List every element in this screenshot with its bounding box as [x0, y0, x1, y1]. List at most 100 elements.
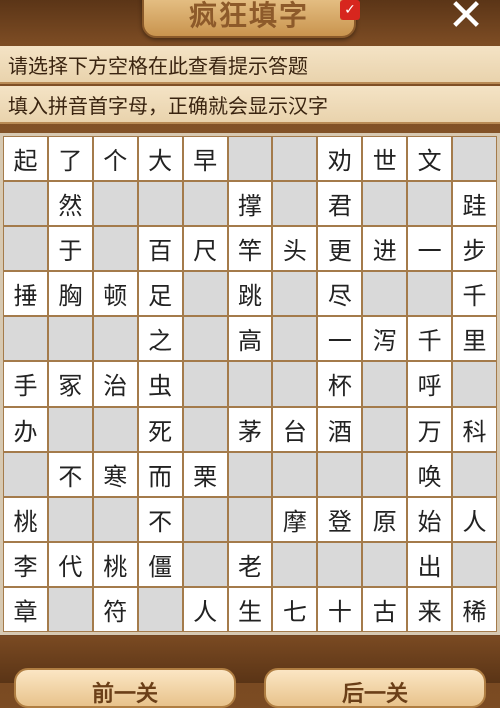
- letter-cell[interactable]: 不: [48, 452, 92, 496]
- letter-cell[interactable]: 生: [228, 587, 272, 631]
- blank-cell: [363, 182, 407, 226]
- letter-cell[interactable]: 桃: [93, 542, 137, 586]
- letter-cell[interactable]: 跳: [228, 272, 272, 316]
- letter-cell[interactable]: 摩: [273, 497, 317, 541]
- letter-cell[interactable]: 个: [93, 137, 137, 181]
- letter-cell[interactable]: 了: [48, 137, 92, 181]
- top-bar: 疯狂填字 ✓ ✕: [0, 0, 500, 42]
- letter-cell[interactable]: 捶: [4, 272, 47, 316]
- letter-cell[interactable]: 稀: [453, 587, 496, 631]
- letter-cell[interactable]: 符: [93, 587, 137, 631]
- letter-cell[interactable]: 七: [273, 587, 317, 631]
- letter-cell[interactable]: 起: [4, 137, 47, 181]
- letter-cell[interactable]: 君: [318, 182, 362, 226]
- letter-cell[interactable]: 虫: [138, 362, 182, 406]
- letter-cell[interactable]: 栗: [183, 452, 227, 496]
- letter-cell[interactable]: 原: [363, 497, 407, 541]
- letter-cell[interactable]: 手: [4, 362, 47, 406]
- letter-cell[interactable]: 进: [363, 227, 407, 271]
- blank-cell: [228, 137, 272, 181]
- letter-cell[interactable]: 人: [453, 497, 496, 541]
- letter-cell[interactable]: 办: [4, 407, 47, 451]
- letter-cell[interactable]: 劝: [318, 137, 362, 181]
- letter-cell[interactable]: 桃: [4, 497, 47, 541]
- blank-cell: [183, 407, 227, 451]
- letter-cell[interactable]: 泻: [363, 317, 407, 361]
- check-badge-icon: ✓: [340, 0, 360, 20]
- letter-cell[interactable]: 文: [408, 137, 452, 181]
- blank-cell: [93, 227, 137, 271]
- letter-cell[interactable]: 治: [93, 362, 137, 406]
- letter-cell[interactable]: 呼: [408, 362, 452, 406]
- blank-cell: [183, 182, 227, 226]
- letter-cell[interactable]: 千: [453, 272, 496, 316]
- letter-cell[interactable]: 来: [408, 587, 452, 631]
- letter-cell[interactable]: 酒: [318, 407, 362, 451]
- blank-cell: [363, 407, 407, 451]
- blank-cell: [93, 182, 137, 226]
- close-button[interactable]: ✕: [446, 0, 486, 38]
- hint-line-1: 请选择下方空格在此查看提示答题: [0, 46, 500, 84]
- letter-cell[interactable]: 古: [363, 587, 407, 631]
- letter-cell[interactable]: 十: [318, 587, 362, 631]
- blank-cell: [453, 452, 496, 496]
- letter-cell[interactable]: 头: [273, 227, 317, 271]
- letter-cell[interactable]: 李: [4, 542, 47, 586]
- letter-cell[interactable]: 足: [138, 272, 182, 316]
- letter-cell[interactable]: 竿: [228, 227, 272, 271]
- letter-cell[interactable]: 唤: [408, 452, 452, 496]
- letter-cell[interactable]: 尺: [183, 227, 227, 271]
- prev-level-button[interactable]: 前一关: [14, 668, 236, 708]
- letter-cell[interactable]: 寒: [93, 452, 137, 496]
- blank-cell: [273, 452, 317, 496]
- blank-cell: [48, 587, 92, 631]
- letter-cell[interactable]: 千: [408, 317, 452, 361]
- letter-cell[interactable]: 大: [138, 137, 182, 181]
- letter-cell[interactable]: 然: [48, 182, 92, 226]
- blank-cell: [93, 407, 137, 451]
- letter-cell[interactable]: 章: [4, 587, 47, 631]
- letter-cell[interactable]: 尽: [318, 272, 362, 316]
- blank-cell: [138, 182, 182, 226]
- letter-cell[interactable]: 步: [453, 227, 496, 271]
- title-plate: 疯狂填字 ✓: [142, 0, 360, 38]
- letter-cell[interactable]: 始: [408, 497, 452, 541]
- letter-cell[interactable]: 老: [228, 542, 272, 586]
- letter-cell[interactable]: 顿: [93, 272, 137, 316]
- letter-cell[interactable]: 一: [318, 317, 362, 361]
- blank-cell: [453, 137, 496, 181]
- letter-cell[interactable]: 茅: [228, 407, 272, 451]
- letter-cell[interactable]: 台: [273, 407, 317, 451]
- letter-cell[interactable]: 早: [183, 137, 227, 181]
- letter-cell[interactable]: 高: [228, 317, 272, 361]
- letter-cell[interactable]: 跬: [453, 182, 496, 226]
- letter-cell[interactable]: 僵: [138, 542, 182, 586]
- letter-cell[interactable]: 代: [48, 542, 92, 586]
- letter-cell[interactable]: 出: [408, 542, 452, 586]
- letter-cell[interactable]: 之: [138, 317, 182, 361]
- letter-cell[interactable]: 死: [138, 407, 182, 451]
- blank-cell: [408, 182, 452, 226]
- blank-cell: [4, 182, 47, 226]
- letter-cell[interactable]: 人: [183, 587, 227, 631]
- letter-cell[interactable]: 百: [138, 227, 182, 271]
- letter-cell[interactable]: 而: [138, 452, 182, 496]
- next-level-button[interactable]: 后一关: [264, 668, 486, 708]
- letter-cell[interactable]: 杯: [318, 362, 362, 406]
- letter-cell[interactable]: 撑: [228, 182, 272, 226]
- letter-cell[interactable]: 冢: [48, 362, 92, 406]
- letter-cell[interactable]: 不: [138, 497, 182, 541]
- letter-cell[interactable]: 更: [318, 227, 362, 271]
- letter-cell[interactable]: 万: [408, 407, 452, 451]
- letter-cell[interactable]: 里: [453, 317, 496, 361]
- blank-cell: [4, 227, 47, 271]
- letter-cell[interactable]: 胸: [48, 272, 92, 316]
- letter-cell[interactable]: 一: [408, 227, 452, 271]
- blank-cell: [363, 452, 407, 496]
- letter-cell[interactable]: 科: [453, 407, 496, 451]
- blank-cell: [183, 497, 227, 541]
- letter-cell[interactable]: 登: [318, 497, 362, 541]
- letter-cell[interactable]: 世: [363, 137, 407, 181]
- letter-cell[interactable]: 于: [48, 227, 92, 271]
- blank-cell: [363, 362, 407, 406]
